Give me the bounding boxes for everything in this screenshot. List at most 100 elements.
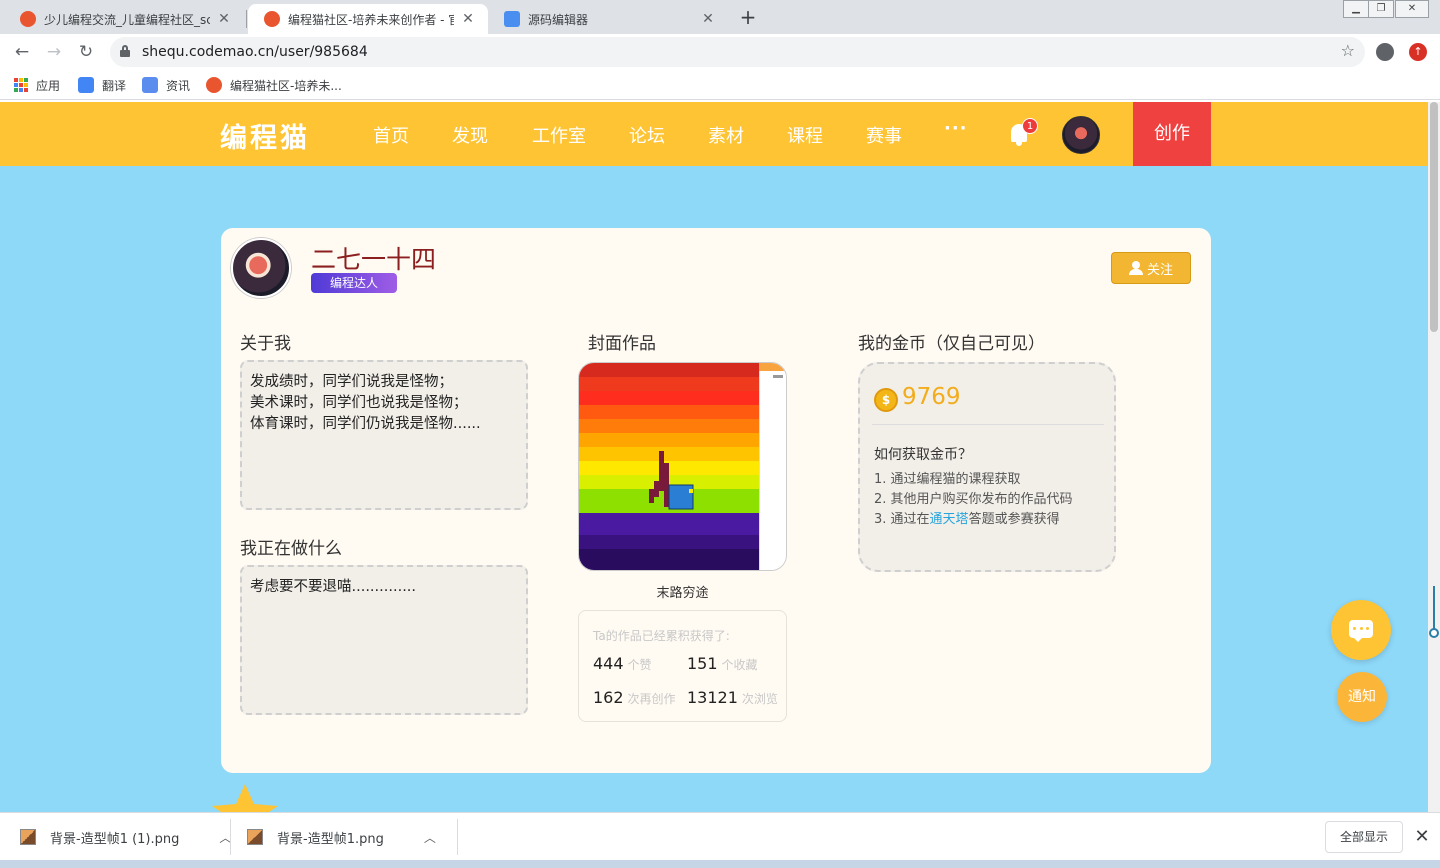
cover-mini-bar: [773, 375, 783, 378]
url-text[interactable]: shequ.codemao.cn/user/985684: [142, 44, 368, 60]
coin-balance: 9769: [902, 384, 961, 410]
bookmark-translate[interactable]: 翻译: [78, 76, 126, 94]
notify-float-button[interactable]: 通知: [1337, 672, 1387, 722]
bookmark-codemao[interactable]: 编程猫社区-培养未...: [206, 76, 342, 94]
person-icon: [1128, 261, 1143, 275]
scrollbar-thumb[interactable]: [1430, 102, 1438, 332]
show-all-downloads-button[interactable]: 全部显示: [1325, 821, 1403, 853]
coins-box: $ 9769 如何获取金币？ 1. 通过编程猫的课程获取 2. 其他用户购买你发…: [858, 362, 1116, 572]
download-filename: 背景-造型帧1.png: [277, 831, 384, 847]
cover-corner: [759, 363, 786, 371]
bookmarks-bar: 应用 翻译 资讯 编程猫社区-培养未...: [0, 70, 1440, 100]
user-avatar[interactable]: [1062, 116, 1100, 154]
download-item-2[interactable]: 背景-造型帧1.png ︿: [247, 813, 436, 861]
more-menu-icon[interactable]: ···: [944, 118, 968, 139]
nav-studio[interactable]: 工作室: [532, 122, 586, 148]
about-line: 发成绩时，同学们说我是怪物；: [250, 374, 453, 390]
close-tab-icon[interactable]: ✕: [700, 11, 716, 27]
download-filename: 背景-造型帧1 (1).png: [50, 831, 180, 847]
close-window-icon[interactable]: ✕: [1395, 0, 1429, 18]
bookmark-star-icon[interactable]: ☆: [1341, 41, 1355, 60]
chevron-up-icon[interactable]: ︿: [424, 829, 436, 846]
coins-title: 我的金币（仅自己可见）: [858, 334, 1045, 354]
stat-favorites: 151 个收藏: [687, 655, 758, 674]
tab-title: 编程猫社区-培养未来创作者 - 官: [288, 12, 454, 27]
reload-icon[interactable]: ↻: [74, 40, 98, 64]
nav-home[interactable]: 首页: [373, 122, 409, 148]
coin-divider: [872, 424, 1104, 425]
forward-arrow-icon[interactable]: →: [42, 40, 66, 64]
close-tab-icon[interactable]: ✕: [216, 11, 232, 27]
doing-text: 考虑要不要退喵..............: [250, 579, 417, 595]
cover-title: 封面作品: [588, 334, 656, 354]
about-text: 发成绩时，同学们说我是怪物； 美术课时，同学们也说我是怪物； 体育课时，同学们仍…: [250, 372, 481, 435]
follow-button[interactable]: 关注: [1111, 252, 1191, 284]
codemao-favicon-icon: [20, 11, 36, 27]
stats-heading: Ta的作品已经累积获得了:: [593, 629, 730, 643]
chat-bubble-button[interactable]: [1331, 600, 1391, 660]
page-viewport: 编程猫 首页 发现 工作室 论坛 素材 课程 赛事 ··· 1 创作 二七一十四…: [0, 102, 1428, 812]
tab-title: 少儿编程交流_儿童编程社区_scr: [44, 12, 210, 27]
back-arrow-icon[interactable]: ←: [10, 40, 34, 64]
stat-unit: 次浏览: [741, 692, 778, 706]
close-tab-icon[interactable]: ✕: [460, 11, 476, 27]
coin-step-2: 2. 其他用户购买你发布的作品代码: [874, 492, 1073, 507]
cover-work-name[interactable]: 末路穷途: [578, 582, 787, 601]
account-icon[interactable]: [1376, 43, 1394, 61]
stat-value: 162: [593, 688, 624, 707]
tab-shequ-scratch[interactable]: 少儿编程交流_儿童编程社区_scr ✕: [4, 4, 244, 34]
tab-divider: [246, 10, 247, 28]
scroll-indicator-icon: [1429, 586, 1439, 638]
restore-window-icon[interactable]: ❐: [1368, 0, 1394, 18]
lock-icon: [120, 45, 130, 57]
codemao-logo[interactable]: 编程猫: [220, 116, 310, 155]
translate-icon: [78, 77, 94, 93]
address-bar[interactable]: shequ.codemao.cn/user/985684 ☆: [110, 37, 1365, 67]
nav-discover[interactable]: 发现: [452, 122, 488, 148]
doing-title: 我正在做什么: [240, 539, 342, 559]
nav-materials[interactable]: 素材: [708, 122, 744, 148]
bookmark-label: 编程猫社区-培养未...: [230, 78, 342, 93]
codemao-favicon-icon: [206, 77, 222, 93]
coin-step-3: 3. 通过在通天塔答题或参赛获得: [874, 508, 1060, 527]
update-icon[interactable]: ↑: [1409, 43, 1427, 61]
tab-source-editor[interactable]: 源码编辑器 ✕: [488, 4, 728, 34]
tab-title: 源码编辑器: [528, 12, 589, 27]
create-button[interactable]: 创作: [1133, 102, 1211, 166]
download-item-1[interactable]: 背景-造型帧1 (1).png ︿: [20, 813, 231, 861]
close-downloads-icon[interactable]: ✕: [1410, 825, 1434, 849]
star-decoration-icon: [212, 784, 278, 812]
bookmark-label: 资讯: [166, 78, 191, 93]
about-title: 关于我: [240, 334, 291, 354]
profile-username: 二七一十四: [311, 245, 437, 274]
nav-courses[interactable]: 课程: [787, 122, 823, 148]
image-file-icon: [247, 829, 263, 845]
news-icon: [142, 77, 158, 93]
bookmark-label: 应用: [36, 78, 61, 93]
about-line: 体育课时，同学们仍说我是怪物......: [250, 416, 481, 432]
page-scrollbar[interactable]: [1428, 102, 1440, 812]
coin-icon: $: [874, 388, 898, 412]
stat-value: 13121: [687, 688, 738, 707]
stat-unit: 次再创作: [627, 692, 676, 706]
editor-favicon-icon: [504, 11, 520, 27]
nav-events[interactable]: 赛事: [866, 122, 902, 148]
about-line: 美术课时，同学们也说我是怪物；: [250, 395, 468, 411]
codemao-favicon-icon: [264, 11, 280, 27]
nav-forum[interactable]: 论坛: [629, 122, 665, 148]
minimize-window-icon[interactable]: ▁: [1343, 0, 1369, 18]
new-tab-plus-icon[interactable]: +: [736, 4, 760, 30]
bookmark-news[interactable]: 资讯: [142, 76, 190, 94]
profile-card: 二七一十四 编程达人 关注 关于我 发成绩时，同学们说我是怪物； 美术课时，同学…: [221, 228, 1211, 773]
profile-avatar: [231, 238, 291, 298]
about-box: 发成绩时，同学们说我是怪物； 美术课时，同学们也说我是怪物； 体育课时，同学们仍…: [240, 360, 528, 510]
browser-toolbar: ← → ↻ shequ.codemao.cn/user/985684 ☆ ↑: [0, 34, 1440, 70]
cover-work-thumbnail[interactable]: [578, 362, 787, 571]
tab-codemao-community[interactable]: 编程猫社区-培养未来创作者 - 官 ✕: [248, 4, 488, 34]
notification-badge: 1: [1022, 118, 1038, 134]
browser-tab-bar: 少儿编程交流_儿童编程社区_scr ✕ 编程猫社区-培养未来创作者 - 官 ✕ …: [0, 0, 1440, 34]
stat-remixes: 162 次再创作: [593, 689, 679, 708]
image-file-icon: [20, 829, 36, 845]
tower-link[interactable]: 通天塔: [930, 512, 969, 527]
bookmark-apps[interactable]: 应用: [14, 76, 60, 94]
